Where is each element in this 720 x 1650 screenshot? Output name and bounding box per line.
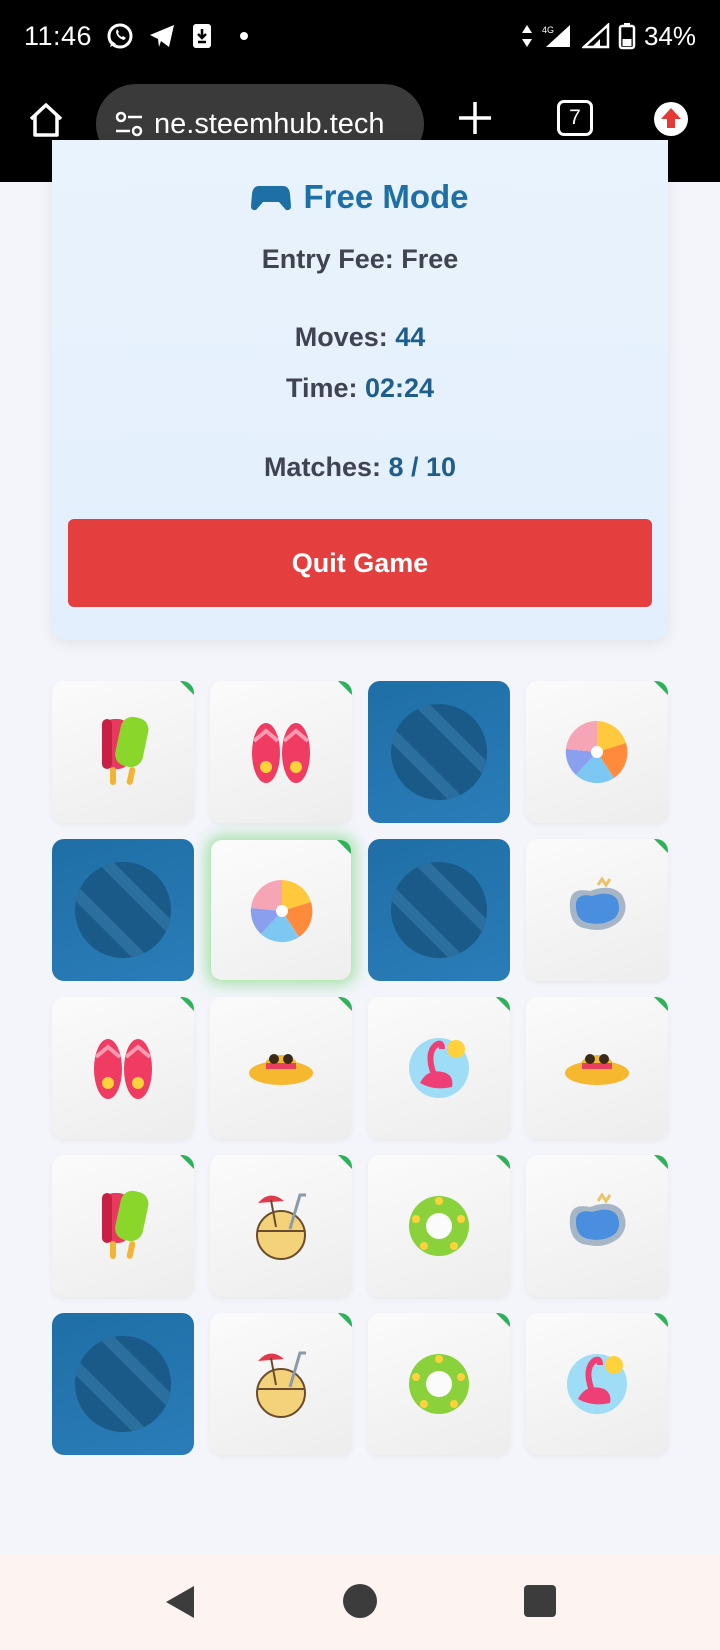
memory-card-matched[interactable] xyxy=(52,1155,194,1297)
signal-icon xyxy=(581,23,610,49)
new-tab-icon[interactable] xyxy=(456,99,494,137)
network-type: 4G xyxy=(542,25,554,35)
moves-value: 44 xyxy=(395,322,426,352)
memory-card-matched[interactable] xyxy=(52,997,194,1139)
quit-game-button[interactable]: Quit Game xyxy=(68,519,652,607)
entry-fee-label: Entry Fee: xyxy=(261,244,402,274)
memory-card-matched[interactable] xyxy=(526,839,668,981)
coconut-drink-icon xyxy=(256,1193,306,1260)
pool-icon xyxy=(569,1192,626,1246)
telegram-icon xyxy=(150,25,175,47)
mode-name: Free Mode xyxy=(303,178,469,215)
flamingo-float-icon xyxy=(567,1354,627,1414)
coconut-drink-icon xyxy=(256,1351,306,1418)
moves-label: Moves: xyxy=(294,322,396,352)
sun-hat-icon xyxy=(565,1054,629,1085)
url-text[interactable]: ne.steemhub.tech xyxy=(154,108,385,141)
matched-corner-indicator xyxy=(654,1155,668,1169)
download-icon xyxy=(193,24,212,48)
memory-card-hidden[interactable] xyxy=(368,681,510,823)
memory-card-hidden[interactable] xyxy=(52,1313,194,1455)
card-back-icon xyxy=(391,862,487,958)
entry-fee: Entry Fee: Free xyxy=(52,244,668,275)
popsicle-icon xyxy=(102,1190,149,1259)
memory-card-matched[interactable] xyxy=(526,997,668,1139)
matched-corner-indicator xyxy=(654,681,668,695)
memory-card-hidden[interactable] xyxy=(368,839,510,981)
site-settings-icon[interactable] xyxy=(112,107,146,141)
update-icon[interactable] xyxy=(652,100,690,138)
beach-ball-icon xyxy=(565,720,628,784)
matches-counter: Matches: 8 / 10 xyxy=(52,452,668,483)
home-nav-icon[interactable] xyxy=(343,1584,377,1618)
timer: Time: 02:24 xyxy=(52,373,668,404)
back-icon[interactable] xyxy=(164,1584,196,1620)
sun-hat-icon xyxy=(249,1054,313,1085)
moves-counter: Moves: 44 xyxy=(52,322,668,353)
matched-corner-indicator xyxy=(496,997,510,1011)
system-status: 4G 34% xyxy=(520,21,696,52)
matched-corner-indicator xyxy=(180,1155,194,1169)
pool-icon xyxy=(569,876,626,930)
matched-corner-indicator xyxy=(180,997,194,1011)
memory-card-selected[interactable] xyxy=(210,839,352,981)
memory-card-matched[interactable] xyxy=(210,1313,352,1455)
flip-flops-icon xyxy=(252,723,310,783)
matched-corner-indicator xyxy=(654,1313,668,1327)
matched-corner-indicator xyxy=(338,997,352,1011)
matches-label: Matches: xyxy=(263,452,389,482)
card-back-icon xyxy=(75,1336,171,1432)
memory-card-matched[interactable] xyxy=(368,1313,510,1455)
more-notifications-dot xyxy=(240,32,249,40)
matched-corner-indicator xyxy=(338,1155,352,1169)
entry-fee-value: Free xyxy=(401,244,459,274)
matches-value: 8 / 10 xyxy=(388,452,457,482)
flamingo-float-icon xyxy=(409,1038,469,1098)
flip-flops-icon xyxy=(94,1039,152,1099)
matched-corner-indicator xyxy=(654,997,668,1011)
whatsapp-icon xyxy=(107,23,133,49)
swim-ring-icon xyxy=(409,1196,469,1256)
card-back-icon xyxy=(75,862,171,958)
memory-card-matched[interactable] xyxy=(526,681,668,823)
matched-corner-indicator xyxy=(496,1313,510,1327)
memory-board xyxy=(52,681,668,1455)
memory-card-matched[interactable] xyxy=(210,1155,352,1297)
matched-corner-indicator xyxy=(496,1155,510,1169)
memory-card-matched[interactable] xyxy=(52,681,194,823)
popsicle-icon xyxy=(102,716,149,785)
beach-ball-icon xyxy=(250,879,313,943)
gamepad-icon xyxy=(251,186,292,211)
matched-corner-indicator xyxy=(338,1313,352,1327)
game-info-card: Free Mode Entry Fee: Free Moves: 44 Time… xyxy=(52,140,668,640)
signal-4g-icon: 4G xyxy=(542,25,570,47)
system-nav-bar xyxy=(0,1554,720,1650)
matched-corner-indicator xyxy=(654,839,668,853)
time-label: Time: xyxy=(285,373,365,403)
memory-card-matched[interactable] xyxy=(368,997,510,1139)
time-value: 02:24 xyxy=(364,373,435,403)
data-arrows-icon xyxy=(521,25,532,47)
status-bar: 11:46 4G 34% xyxy=(0,0,720,72)
matched-corner-indicator xyxy=(180,681,194,695)
matched-corner-indicator xyxy=(338,681,352,695)
home-icon[interactable] xyxy=(26,100,66,140)
memory-card-matched[interactable] xyxy=(368,1155,510,1297)
status-time: 11:46 xyxy=(24,20,93,51)
notification-icons xyxy=(106,22,249,50)
card-back-icon xyxy=(391,704,487,800)
mode-title: Free Mode xyxy=(52,178,668,216)
memory-card-hidden[interactable] xyxy=(52,839,194,981)
memory-card-matched[interactable] xyxy=(210,997,352,1139)
recents-icon[interactable] xyxy=(524,1585,556,1617)
swim-ring-icon xyxy=(409,1354,469,1414)
memory-card-matched[interactable] xyxy=(526,1155,668,1297)
memory-card-matched[interactable] xyxy=(210,681,352,823)
tab-count: 7 xyxy=(569,106,581,129)
tab-switcher-button[interactable]: 7 xyxy=(557,100,593,136)
battery-percent: 34% xyxy=(643,20,696,51)
memory-card-matched[interactable] xyxy=(526,1313,668,1455)
matched-corner-indicator xyxy=(337,840,351,854)
battery-icon xyxy=(618,23,636,50)
